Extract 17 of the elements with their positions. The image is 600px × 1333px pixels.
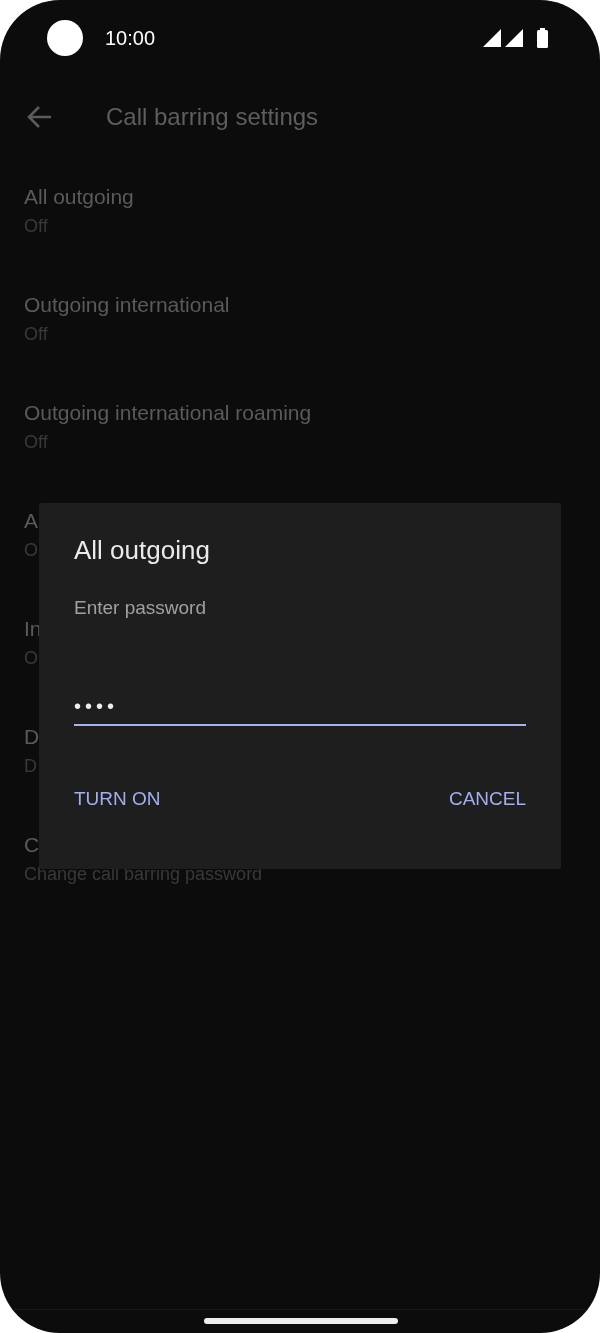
dialog-button[interactable]: TURN ON [74, 788, 161, 810]
setting-title[interactable]: Outgoing international roaming [24, 400, 312, 426]
field-label: Enter password [74, 597, 206, 619]
home-handle[interactable] [204, 1318, 398, 1324]
camera-hole-icon [47, 20, 83, 56]
dialog-button[interactable]: CANCEL [448, 788, 526, 810]
setting-title[interactable]: All outgoing [24, 184, 134, 210]
setting-title[interactable]: C [24, 832, 40, 858]
dialog-title: All outgoing [74, 535, 210, 565]
screen-title: Call barring settings [106, 103, 319, 131]
password-field[interactable]: •••• [74, 695, 526, 726]
setting-title[interactable]: A [24, 508, 38, 534]
back-arrow-icon[interactable] [27, 105, 53, 129]
setting-title[interactable]: Outgoing international [24, 292, 230, 318]
battery-icon [537, 28, 548, 48]
setting-title[interactable]: D [24, 724, 40, 750]
status-time: 10:00 [105, 26, 156, 50]
